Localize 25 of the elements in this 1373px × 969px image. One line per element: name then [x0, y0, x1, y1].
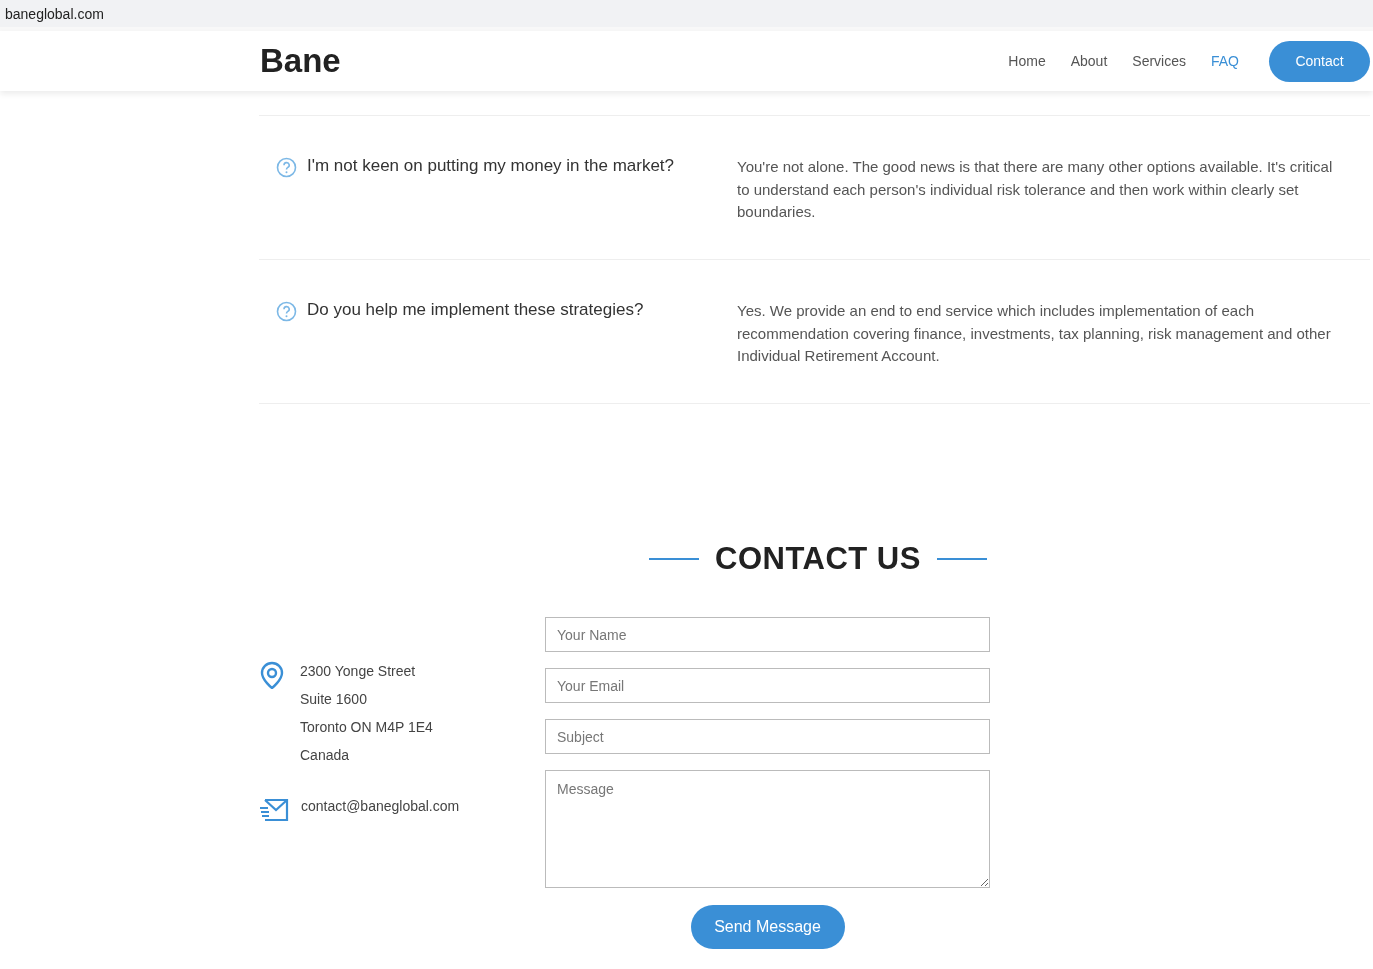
location-pin-icon: [259, 661, 285, 689]
faq-answer: You're not alone. The good news is that there are many other options available. It's critical to understand each person's individual risk tolerance and then work within clearly set boundaries.: [737, 157, 1334, 222]
address-line: 2300 Yonge Street: [300, 662, 417, 681]
address-bar[interactable]: baneglobal.com: [0, 0, 1373, 31]
envelope-icon: [259, 797, 289, 823]
input-field[interactable]: Your Name: [545, 617, 990, 652]
address-line: Toronto ON M4P 1E4: [300, 718, 433, 737]
nav-link[interactable]: Services: [1132, 53, 1186, 69]
address-line: Suite 1600: [300, 690, 368, 709]
email-link[interactable]: contact@baneglobal.com: [301, 798, 460, 823]
message-field[interactable]: Message: [545, 770, 990, 888]
question-icon: [276, 157, 297, 178]
nav-link[interactable]: Home: [1008, 53, 1046, 69]
section-title: CONTACT US: [715, 541, 921, 577]
nav-link[interactable]: FAQ: [1211, 53, 1239, 69]
input-field[interactable]: Your Email: [545, 668, 990, 703]
site-logo[interactable]: Bane: [260, 42, 341, 80]
faq-answer: Yes. We provide an end to end service which includes implementation of each recommendation covering finance, investments, tax planning, risk management and other Individual Retirement Account.: [737, 301, 1332, 366]
input-field[interactable]: Subject: [545, 719, 990, 754]
url-text: baneglobal.com: [5, 5, 104, 22]
faq-question: Do you help me implement these strategies?: [307, 300, 644, 320]
address-line: Canada: [300, 746, 351, 765]
nav-link[interactable]: About: [1070, 53, 1108, 69]
faq-question: I'm not keen on putting my money in the market?: [307, 156, 675, 176]
question-icon: [276, 301, 297, 322]
